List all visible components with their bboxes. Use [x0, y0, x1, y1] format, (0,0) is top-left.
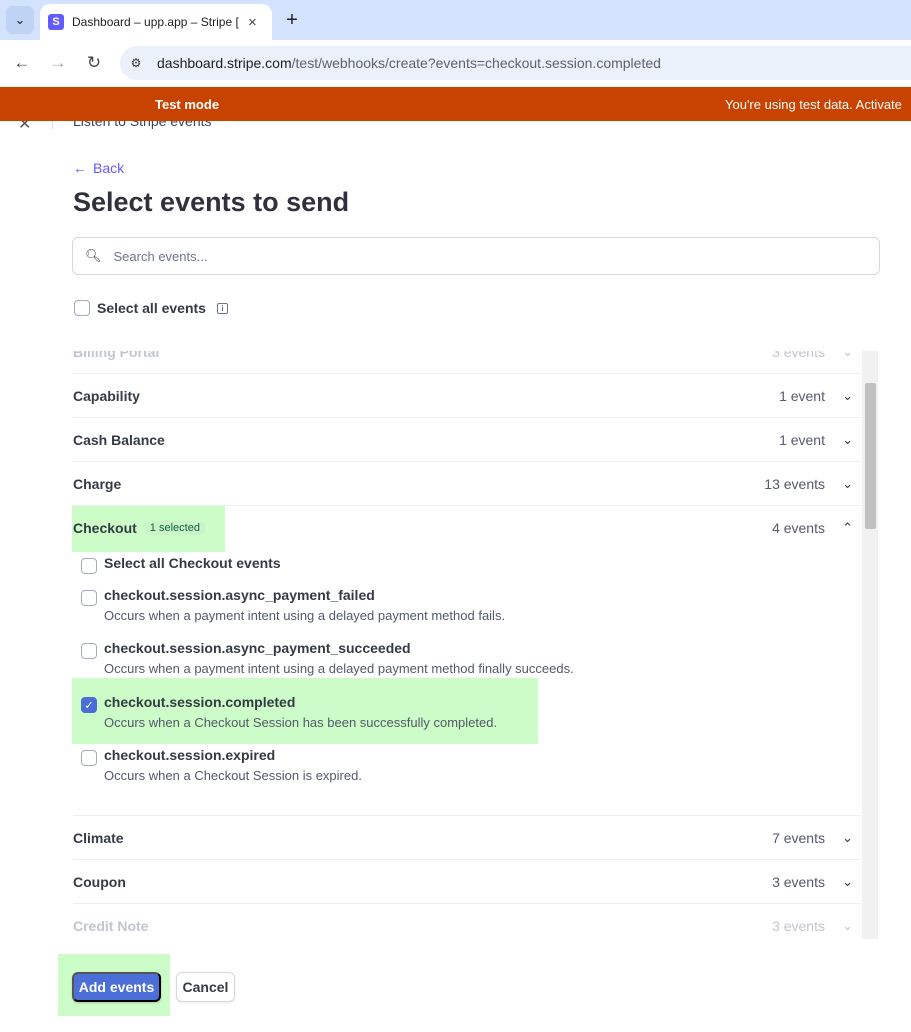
back-link[interactable]: ← Back [73, 160, 124, 176]
chevron-down-icon: ⌄ [842, 431, 853, 447]
breadcrumb-divider [52, 121, 53, 129]
url-path: /test/webhooks/create?events=checkout.se… [291, 55, 661, 71]
event-option[interactable]: checkout.session.async_payment_failed Oc… [81, 587, 505, 623]
scrollbar-thumb[interactable] [865, 383, 876, 529]
event-checkbox[interactable] [81, 750, 97, 766]
event-option[interactable]: checkout.session.async_payment_succeeded… [81, 640, 574, 676]
select-all-label: Select all events [97, 300, 206, 316]
group-name: Billing Portal [73, 351, 160, 360]
address-bar[interactable]: ⚙ dashboard.stripe.com/test/webhooks/cre… [120, 46, 911, 80]
group-name: Credit Note [73, 917, 149, 934]
url-host: dashboard.stripe.com [157, 55, 292, 71]
chevron-up-icon: ⌃ [842, 519, 853, 535]
select-all-events[interactable]: Select all events i [74, 300, 228, 316]
event-checkbox[interactable] [81, 643, 97, 659]
event-option[interactable]: checkout.session.expired Occurs when a C… [81, 747, 362, 783]
test-mode-label: Test mode [155, 97, 220, 112]
chevron-down-icon: ⌄ [14, 12, 26, 27]
cancel-button[interactable]: Cancel [176, 972, 235, 1002]
back-arrow-icon[interactable]: ← [9, 50, 35, 76]
group-count: 3 events [772, 873, 825, 890]
back-label: Back [93, 160, 125, 176]
event-name: checkout.session.completed [104, 694, 296, 710]
group-name: Cash Balance [73, 431, 165, 448]
group-count: 1 event [779, 387, 825, 404]
select-all-checkout-label: Select all Checkout events [104, 555, 281, 571]
select-all-checkout-checkbox[interactable] [81, 558, 97, 574]
event-description: Occurs when a Checkout Session has been … [104, 715, 498, 730]
checkmark-icon[interactable]: ✓ [81, 697, 97, 713]
event-name: checkout.session.async_payment_failed [104, 587, 375, 603]
group-row-climate[interactable]: Climate 7 events ⌄ [73, 815, 861, 859]
stripe-favicon-icon: S [48, 14, 64, 30]
event-option-selected[interactable]: ✓ checkout.session.completed Occurs when… [81, 694, 497, 730]
tab-close-icon[interactable]: × [248, 14, 257, 31]
breadcrumb: Listen to Stripe events [73, 121, 212, 129]
page-title: Select events to send [73, 187, 350, 217]
search-icon: 🔍︎ [85, 248, 102, 263]
group-row-checkout[interactable]: Checkout 1 selected 4 events ⌃ [73, 505, 861, 549]
group-name: Coupon [73, 873, 126, 890]
event-description: Occurs when a Checkout Session is expire… [104, 768, 362, 783]
select-all-checkbox[interactable] [74, 300, 90, 316]
group-row-capability[interactable]: Capability 1 event ⌄ [73, 373, 861, 417]
group-name: Capability [73, 387, 140, 404]
group-name: Checkout [73, 519, 137, 536]
event-group-list: Billing Portal 3 events ⌄ Capability 1 e… [72, 351, 862, 939]
site-info-icon[interactable]: ⚙ [125, 52, 147, 74]
group-count: 13 events [764, 475, 825, 492]
group-name: Climate [73, 829, 124, 846]
group-count: 4 events [772, 519, 825, 536]
add-events-button[interactable]: Add events [72, 972, 161, 1002]
close-icon[interactable]: ✕ [18, 121, 31, 134]
group-row-cash-balance[interactable]: Cash Balance 1 event ⌄ [73, 417, 861, 461]
search-box[interactable]: 🔍︎ [72, 237, 880, 275]
tab-search-button[interactable]: ⌄ [6, 6, 34, 34]
url-text[interactable]: dashboard.stripe.com/test/webhooks/creat… [157, 55, 661, 71]
test-data-notice[interactable]: You're using test data. Activate [725, 97, 902, 112]
group-row-credit-note[interactable]: Credit Note 3 events ⌄ [73, 903, 861, 939]
event-description: Occurs when a payment intent using a del… [104, 661, 574, 676]
test-mode-banner: Test mode You're using test data. Activa… [0, 87, 911, 121]
chevron-down-icon: ⌄ [842, 387, 853, 403]
reload-icon[interactable]: ↻ [81, 50, 107, 76]
group-name: Charge [73, 475, 122, 492]
new-tab-plus-icon[interactable]: + [280, 8, 304, 32]
group-count: 3 events [772, 351, 825, 360]
event-name: checkout.session.expired [104, 747, 276, 763]
event-description: Occurs when a payment intent using a del… [104, 608, 506, 623]
chevron-down-icon: ⌄ [842, 873, 853, 889]
tab-title: Dashboard – upp.app – Stripe [ [72, 15, 239, 29]
group-count: 3 events [772, 917, 825, 934]
search-input[interactable] [113, 248, 854, 264]
info-icon[interactable]: i [216, 302, 228, 314]
event-name: checkout.session.async_payment_succeeded [104, 640, 411, 656]
group-row-billing-portal[interactable]: Billing Portal 3 events ⌄ [73, 351, 861, 373]
event-checkbox[interactable] [81, 590, 97, 606]
group-count: 1 event [779, 431, 825, 448]
group-row-charge[interactable]: Charge 13 events ⌄ [73, 461, 861, 505]
chevron-down-icon: ⌄ [842, 351, 853, 359]
chevron-down-icon: ⌄ [842, 917, 853, 933]
arrow-left-icon: ← [73, 160, 87, 176]
selected-count-badge: 1 selected [144, 520, 205, 535]
chevron-down-icon: ⌄ [842, 829, 853, 845]
browser-tab-bar: ⌄ S Dashboard – upp.app – Stripe [ × + [0, 0, 911, 40]
chevron-down-icon: ⌄ [842, 475, 853, 491]
page-content: ✕ Listen to Stripe events ← Back Select … [0, 121, 911, 1032]
forward-arrow-icon[interactable]: → [45, 50, 71, 76]
select-all-checkout-events[interactable]: Select all Checkout events [81, 555, 281, 574]
group-count: 7 events [772, 829, 825, 846]
browser-toolbar: ← → ↻ ⚙ dashboard.stripe.com/test/webhoo… [0, 40, 911, 87]
group-row-coupon[interactable]: Coupon 3 events ⌄ [73, 859, 861, 903]
browser-tab[interactable]: S Dashboard – upp.app – Stripe [ × [40, 4, 272, 40]
